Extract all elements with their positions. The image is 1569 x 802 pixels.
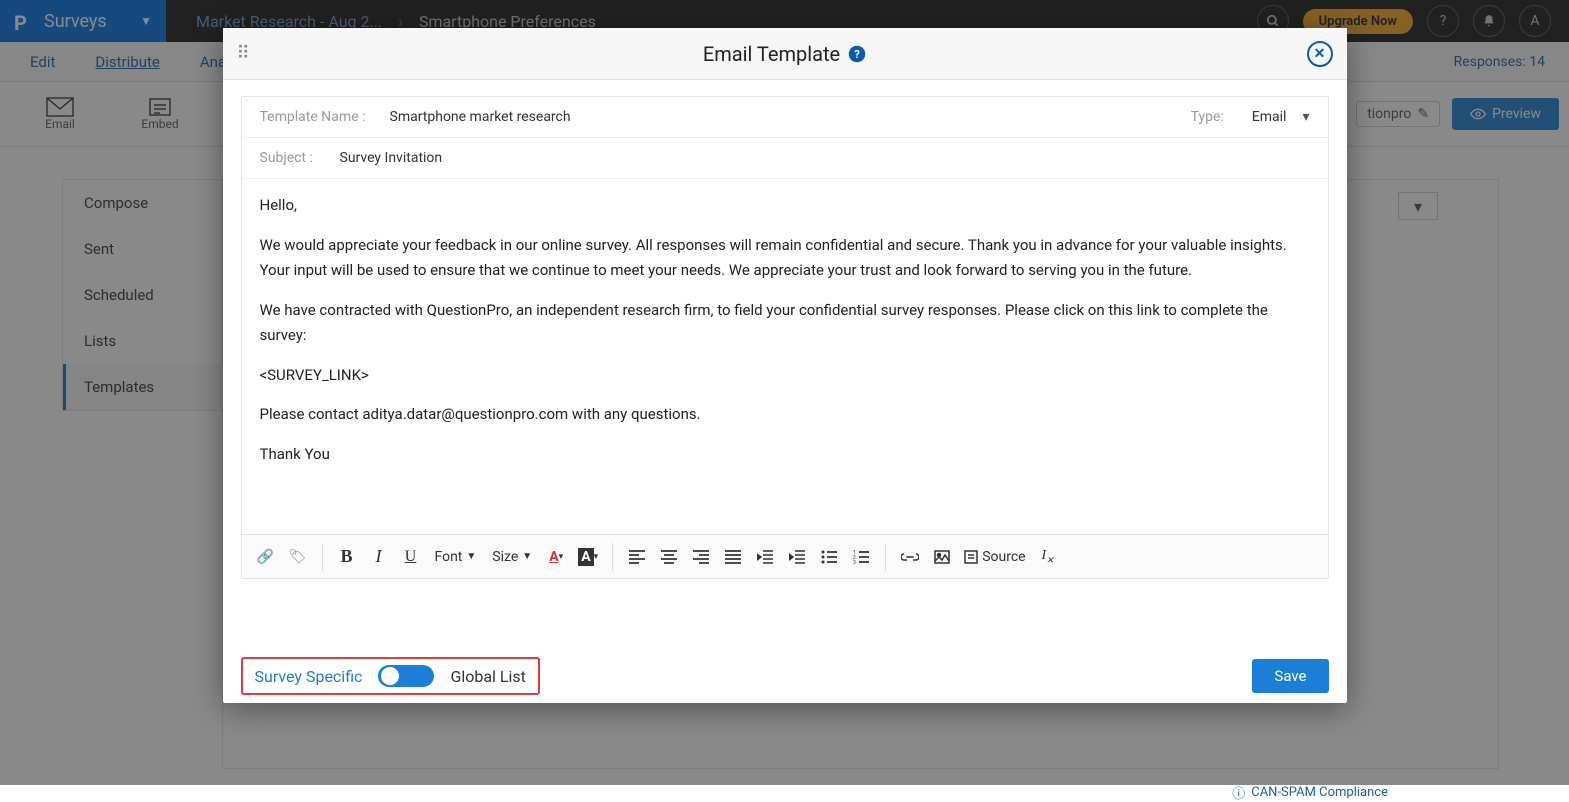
text-color-button[interactable]: A▾	[542, 542, 570, 572]
modal-footer: Survey Specific Global List Save	[223, 649, 1347, 703]
link-chain-icon: 🔗	[257, 549, 274, 565]
source-button[interactable]: Source	[960, 542, 1029, 572]
hyperlink-button[interactable]	[896, 542, 924, 572]
body-line: We would appreciate your feedback in our…	[260, 233, 1310, 284]
template-name-row: Template Name : Type: Email ▾	[242, 97, 1328, 138]
email-template-modal: ⠿ Email Template ? ✕ Template Name : Typ…	[223, 28, 1347, 703]
text-color-icon: A	[549, 549, 558, 565]
clear-format-button[interactable]: I✕	[1034, 542, 1062, 572]
caret-down-icon[interactable]: ▾	[1302, 109, 1309, 125]
email-body-editor[interactable]: Hello, We would appreciate your feedback…	[242, 179, 1328, 534]
body-line: Thank You	[260, 442, 1310, 468]
scope-toggle-group: Survey Specific Global List	[241, 657, 540, 695]
subject-row: Subject :	[242, 138, 1328, 179]
image-button[interactable]	[928, 542, 956, 572]
caret-down-icon: ▼	[466, 551, 476, 562]
tag-icon: 🏷	[289, 549, 307, 565]
subject-input[interactable]	[340, 150, 1310, 166]
align-center-button[interactable]	[655, 542, 683, 572]
insert-link-button[interactable]: 🔗	[252, 542, 280, 572]
numbered-list-button[interactable]: 123	[847, 542, 875, 572]
type-value[interactable]: Email	[1252, 109, 1287, 125]
insert-tag-button[interactable]: 🏷	[284, 542, 312, 572]
outdent-button[interactable]	[751, 542, 779, 572]
clear-format-icon: I✕	[1041, 548, 1053, 566]
size-dropdown[interactable]: Size ▼	[486, 549, 538, 565]
bullet-list-icon	[821, 550, 837, 564]
align-center-icon	[661, 550, 677, 564]
body-line: We have contracted with QuestionPro, an …	[260, 298, 1310, 349]
image-icon	[934, 550, 950, 564]
close-icon: ✕	[1314, 46, 1326, 62]
bullet-list-button[interactable]	[815, 542, 843, 572]
toggle-label-survey-specific: Survey Specific	[255, 667, 363, 686]
numbered-list-icon: 123	[853, 550, 869, 564]
align-right-icon	[693, 550, 709, 564]
bg-color-icon: A	[578, 548, 593, 566]
font-label: Font	[435, 549, 463, 565]
link-icon	[901, 551, 919, 563]
source-icon	[964, 550, 978, 564]
info-icon: ⓘ	[1232, 783, 1245, 802]
outdent-icon	[757, 550, 773, 564]
bg-color-button[interactable]: A▾	[574, 542, 602, 572]
help-icon[interactable]: ?	[848, 45, 866, 63]
align-left-icon	[629, 550, 645, 564]
subject-label: Subject :	[260, 150, 330, 166]
indent-icon	[789, 550, 805, 564]
modal-title: Email Template	[703, 42, 840, 66]
scope-toggle[interactable]	[378, 665, 434, 687]
bold-button[interactable]: B	[333, 542, 361, 572]
underline-button[interactable]: U	[397, 542, 425, 572]
source-label: Source	[982, 549, 1025, 565]
svg-text:?: ?	[854, 47, 860, 60]
size-label: Size	[492, 549, 518, 565]
can-spam-label: CAN-SPAM Compliance	[1251, 785, 1388, 800]
can-spam-link[interactable]: ⓘ CAN-SPAM Compliance	[1232, 783, 1388, 802]
toggle-knob	[381, 667, 399, 685]
type-label: Type:	[1191, 109, 1224, 125]
body-line: Please contact aditya.datar@questionpro.…	[260, 402, 1310, 428]
italic-button[interactable]: I	[365, 542, 393, 572]
drag-handle-icon[interactable]: ⠿	[237, 43, 250, 64]
save-button[interactable]: Save	[1252, 659, 1328, 693]
font-dropdown[interactable]: Font ▼	[429, 549, 483, 565]
editor-toolbar: 🔗 🏷 B I U Font ▼ Size ▼ A▾ A▾	[242, 534, 1328, 578]
indent-button[interactable]	[783, 542, 811, 572]
modal-overlay: ⠿ Email Template ? ✕ Template Name : Typ…	[0, 0, 1569, 785]
modal-header: ⠿ Email Template ? ✕	[223, 28, 1347, 80]
caret-down-icon: ▼	[522, 551, 532, 562]
template-name-label: Template Name :	[260, 109, 380, 125]
align-right-button[interactable]	[687, 542, 715, 572]
close-button[interactable]: ✕	[1307, 41, 1333, 67]
template-name-input[interactable]	[390, 109, 1181, 125]
body-line: <SURVEY_LINK>	[260, 363, 1310, 389]
align-left-button[interactable]	[623, 542, 651, 572]
toggle-label-global-list: Global List	[450, 667, 525, 686]
align-justify-icon	[725, 550, 741, 564]
svg-text:3: 3	[853, 560, 856, 564]
body-line: Hello,	[260, 193, 1310, 219]
align-justify-button[interactable]	[719, 542, 747, 572]
